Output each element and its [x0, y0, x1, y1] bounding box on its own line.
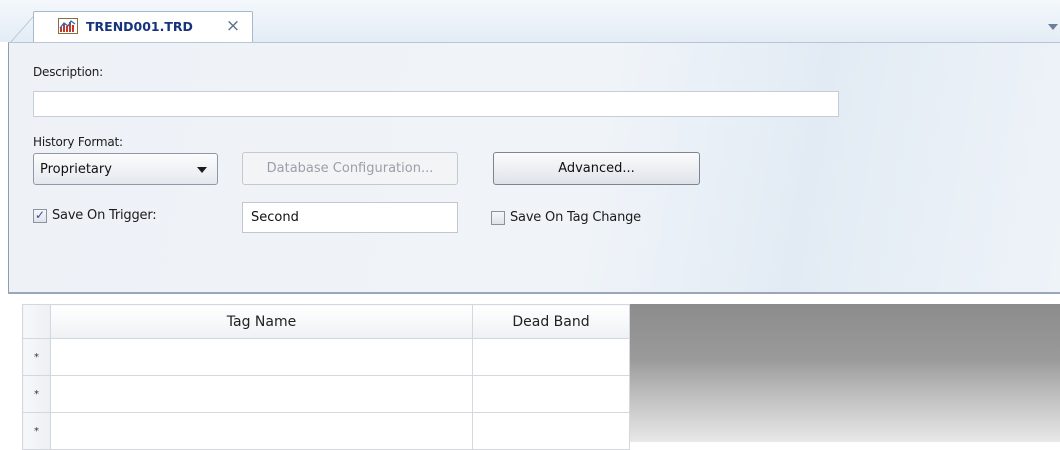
document-tab-strip: TREND001.TRD × [0, 0, 1060, 45]
description-input[interactable] [33, 91, 839, 117]
tag-grid: Tag Name Dead Band * * * [22, 304, 630, 450]
row-marker[interactable]: * [22, 338, 51, 376]
tag-name-cell[interactable] [50, 412, 473, 450]
grid-empty-background [629, 304, 1060, 442]
tag-grid-area: Tag Name Dead Band * * * [8, 292, 1060, 450]
close-icon[interactable]: × [223, 15, 243, 37]
description-label: Description: [33, 65, 103, 79]
trend-settings-panel: Description: History Format: Proprietary… [8, 42, 1060, 292]
dead-band-cell[interactable] [472, 375, 630, 413]
tab-list-dropdown-icon[interactable] [1048, 24, 1058, 30]
tab-title: TREND001.TRD [86, 19, 193, 34]
save-on-trigger-label: Save On Trigger: [52, 208, 157, 223]
checkmark-icon: ✓ [35, 208, 46, 222]
save-on-tag-change-label: Save On Tag Change [510, 210, 641, 225]
database-configuration-button[interactable]: Database Configuration... [242, 152, 458, 185]
tab-trend001[interactable]: TREND001.TRD × [33, 11, 253, 42]
trend-chart-icon [58, 18, 78, 34]
grid-header-row: Tag Name Dead Band [22, 304, 630, 339]
grid-corner-header [22, 304, 51, 339]
save-on-tag-change-checkbox[interactable] [491, 211, 505, 225]
history-format-value: Proprietary [40, 162, 112, 177]
table-row[interactable]: * [22, 375, 630, 413]
tag-name-cell[interactable] [50, 375, 473, 413]
row-marker[interactable]: * [22, 412, 51, 450]
chevron-down-icon [197, 167, 207, 173]
tag-name-cell[interactable] [50, 338, 473, 376]
advanced-button[interactable]: Advanced... [493, 152, 700, 185]
trigger-value: Second [251, 210, 299, 225]
column-header-tag-name[interactable]: Tag Name [50, 304, 473, 339]
dead-band-cell[interactable] [472, 338, 630, 376]
row-marker[interactable]: * [22, 375, 51, 413]
column-header-dead-band[interactable]: Dead Band [472, 304, 630, 339]
trigger-input[interactable]: Second [242, 202, 458, 233]
history-format-label: History Format: [33, 135, 123, 149]
history-format-select[interactable]: Proprietary [33, 153, 218, 185]
table-row[interactable]: * [22, 338, 630, 376]
dead-band-cell[interactable] [472, 412, 630, 450]
table-row[interactable]: * [22, 412, 630, 450]
save-on-trigger-checkbox[interactable]: ✓ [33, 208, 47, 223]
